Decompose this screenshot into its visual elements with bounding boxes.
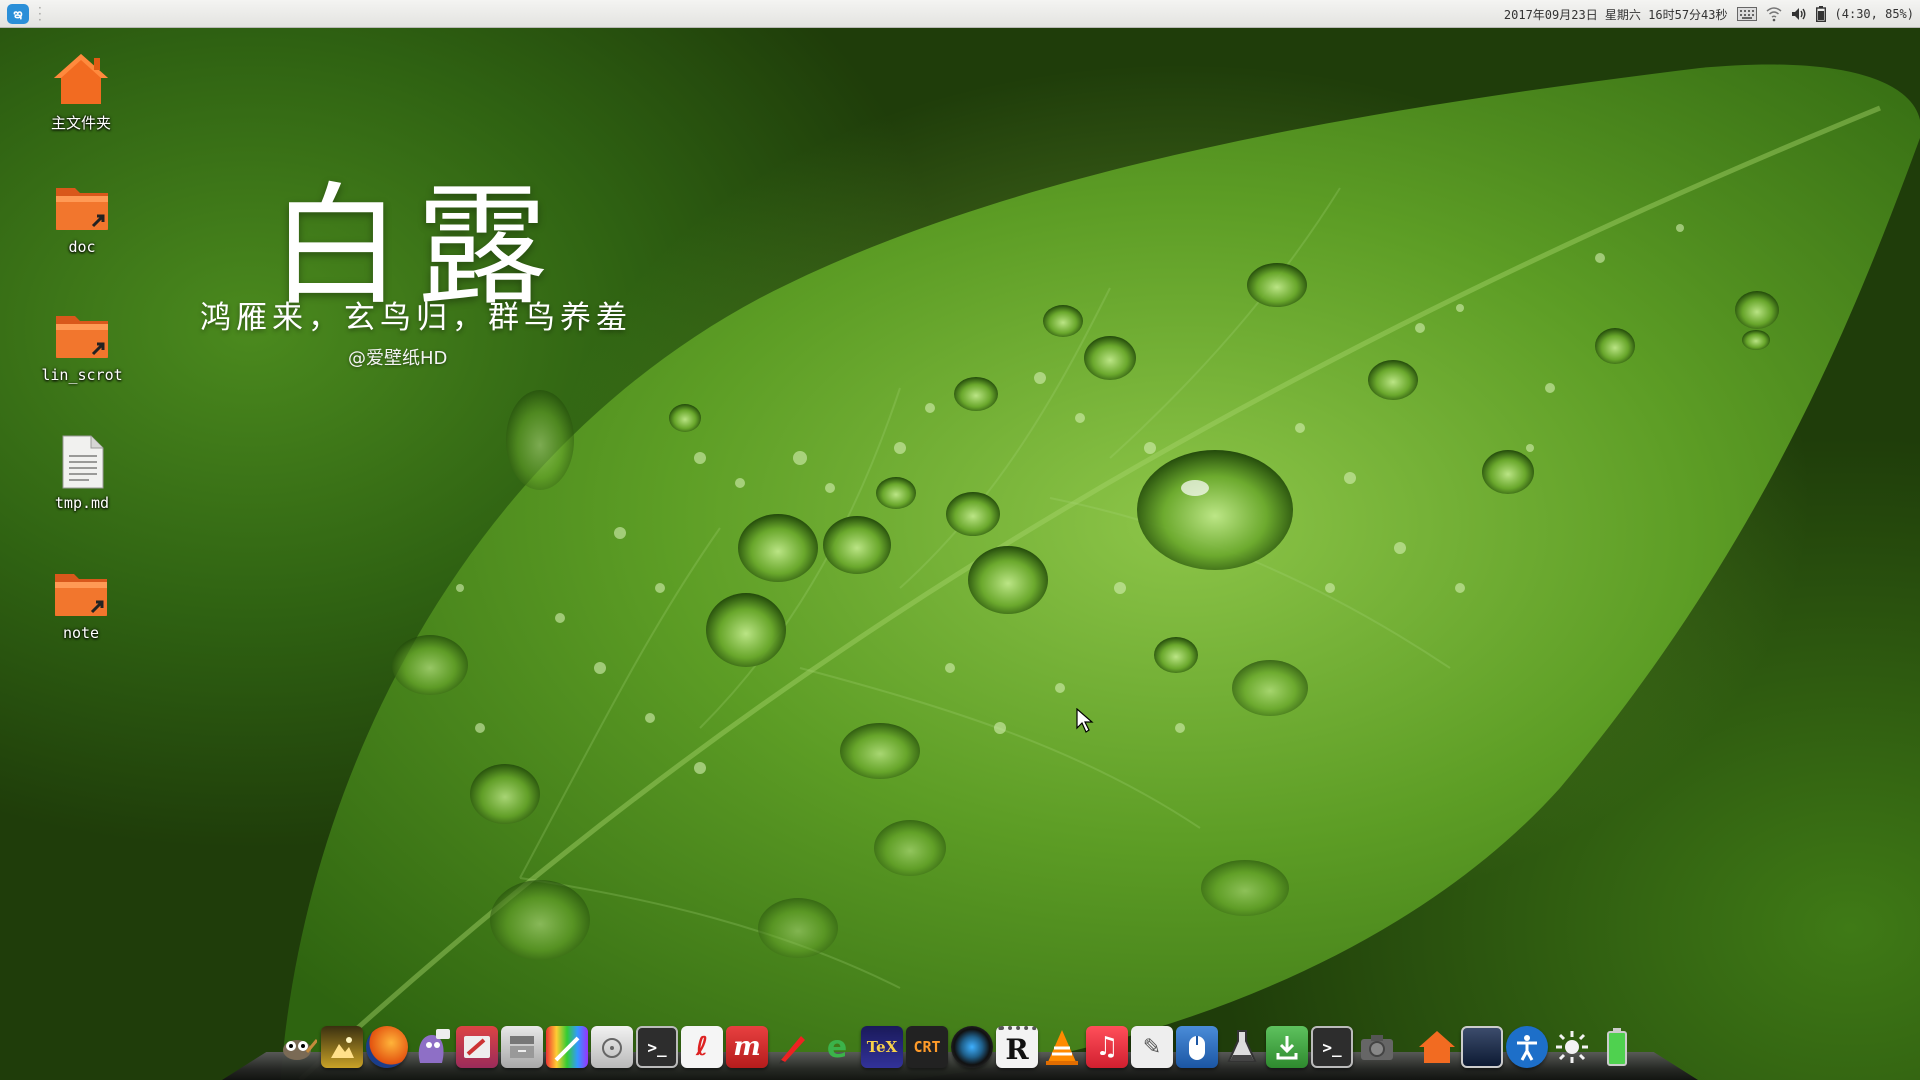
camera-app-icon[interactable] xyxy=(951,1026,993,1068)
home-folder-icon xyxy=(54,54,108,104)
drawing-pen-icon[interactable] xyxy=(771,1026,813,1068)
desktop-icon-lin-scrot[interactable]: lin_scrot xyxy=(27,310,137,384)
desktop-icon-note[interactable]: note xyxy=(26,568,136,642)
system-tray: 2017年09月23日 星期六 16时57分43秒 (4:30, 85%) xyxy=(1504,0,1914,28)
battery-icon[interactable] xyxy=(1815,5,1826,23)
download-manager-icon[interactable] xyxy=(1266,1026,1308,1068)
pdf-reader-icon[interactable]: ℓ xyxy=(681,1026,723,1068)
desktop-icon-home-folder[interactable]: 主文件夹 xyxy=(26,50,136,133)
dock: >_ ℓ m e TeX CRT R ♫ ✎ >_ xyxy=(276,1018,1638,1068)
network-icon[interactable] xyxy=(1766,5,1782,23)
terminal-icon-2[interactable]: >_ xyxy=(1311,1026,1353,1068)
text-editor-icon[interactable]: ✎ xyxy=(1131,1026,1173,1068)
firefox-icon[interactable] xyxy=(366,1026,408,1068)
desktop-icon-label: note xyxy=(62,624,100,642)
application-menu-button[interactable]: ఇ xyxy=(7,4,29,24)
screenshot-icon[interactable] xyxy=(1356,1026,1398,1068)
chemistry-app-icon[interactable] xyxy=(1221,1026,1263,1068)
home-folder-dock-icon[interactable] xyxy=(1416,1026,1458,1068)
folder-link-icon xyxy=(56,188,108,230)
keyboard-icon[interactable] xyxy=(1736,5,1757,23)
gimp-icon[interactable] xyxy=(276,1026,318,1068)
desktop-icon-doc[interactable]: doc xyxy=(27,182,137,256)
top-panel: ఇ · · · 2017年09月23日 星期六 16时57分43秒 (4:30, 8… xyxy=(0,0,1920,28)
text-file-icon xyxy=(62,435,104,489)
ebook-reader-icon[interactable]: e xyxy=(816,1026,858,1068)
music-player-icon[interactable]: ♫ xyxy=(1086,1026,1128,1068)
desktop-icon-label: lin_scrot xyxy=(41,366,123,384)
disk-utility-icon[interactable] xyxy=(591,1026,633,1068)
r-studio-icon[interactable]: R xyxy=(996,1026,1038,1068)
wallpaper-credit: @爱壁纸HD xyxy=(348,348,448,369)
clock[interactable]: 2017年09月23日 星期六 16时57分43秒 xyxy=(1504,6,1728,23)
desktop-icon-label: tmp.md xyxy=(54,494,110,512)
folder-link-icon xyxy=(55,574,107,616)
desktop-icon-label: 主文件夹 xyxy=(50,114,111,132)
texmaker-icon[interactable]: TeX xyxy=(861,1026,903,1068)
file-manager-icon[interactable] xyxy=(501,1026,543,1068)
image-viewer-icon[interactable] xyxy=(321,1026,363,1068)
folder-link-icon xyxy=(56,316,108,358)
wallpaper-poem: 鸿雁来，玄鸟归，群鸟养羞 xyxy=(200,300,632,336)
bird-logo-icon: ఇ xyxy=(13,6,23,22)
terminal-icon[interactable]: >_ xyxy=(636,1026,678,1068)
mathematica-icon[interactable]: m xyxy=(726,1026,768,1068)
securecrt-icon[interactable]: CRT xyxy=(906,1026,948,1068)
accessibility-icon[interactable] xyxy=(1506,1026,1548,1068)
mouse-settings-icon[interactable] xyxy=(1176,1026,1218,1068)
pidgin-icon[interactable] xyxy=(411,1026,453,1068)
mouse-cursor-icon xyxy=(1076,707,1094,738)
color-palette-icon[interactable] xyxy=(546,1026,588,1068)
desktop-icon-label: doc xyxy=(68,238,96,256)
desktop-icon-tmp-md[interactable]: tmp.md xyxy=(27,434,137,512)
volume-icon[interactable] xyxy=(1791,5,1807,23)
battery-status-text: (4:30, 85%) xyxy=(1834,7,1914,21)
brightness-icon[interactable] xyxy=(1551,1026,1593,1068)
panel-drag-handle-icon[interactable]: · · · xyxy=(38,2,42,26)
gnome-tweak-icon[interactable] xyxy=(456,1026,498,1068)
show-desktop-icon[interactable] xyxy=(1461,1026,1503,1068)
vlc-icon[interactable] xyxy=(1041,1026,1083,1068)
battery-dock-icon[interactable] xyxy=(1596,1026,1638,1068)
